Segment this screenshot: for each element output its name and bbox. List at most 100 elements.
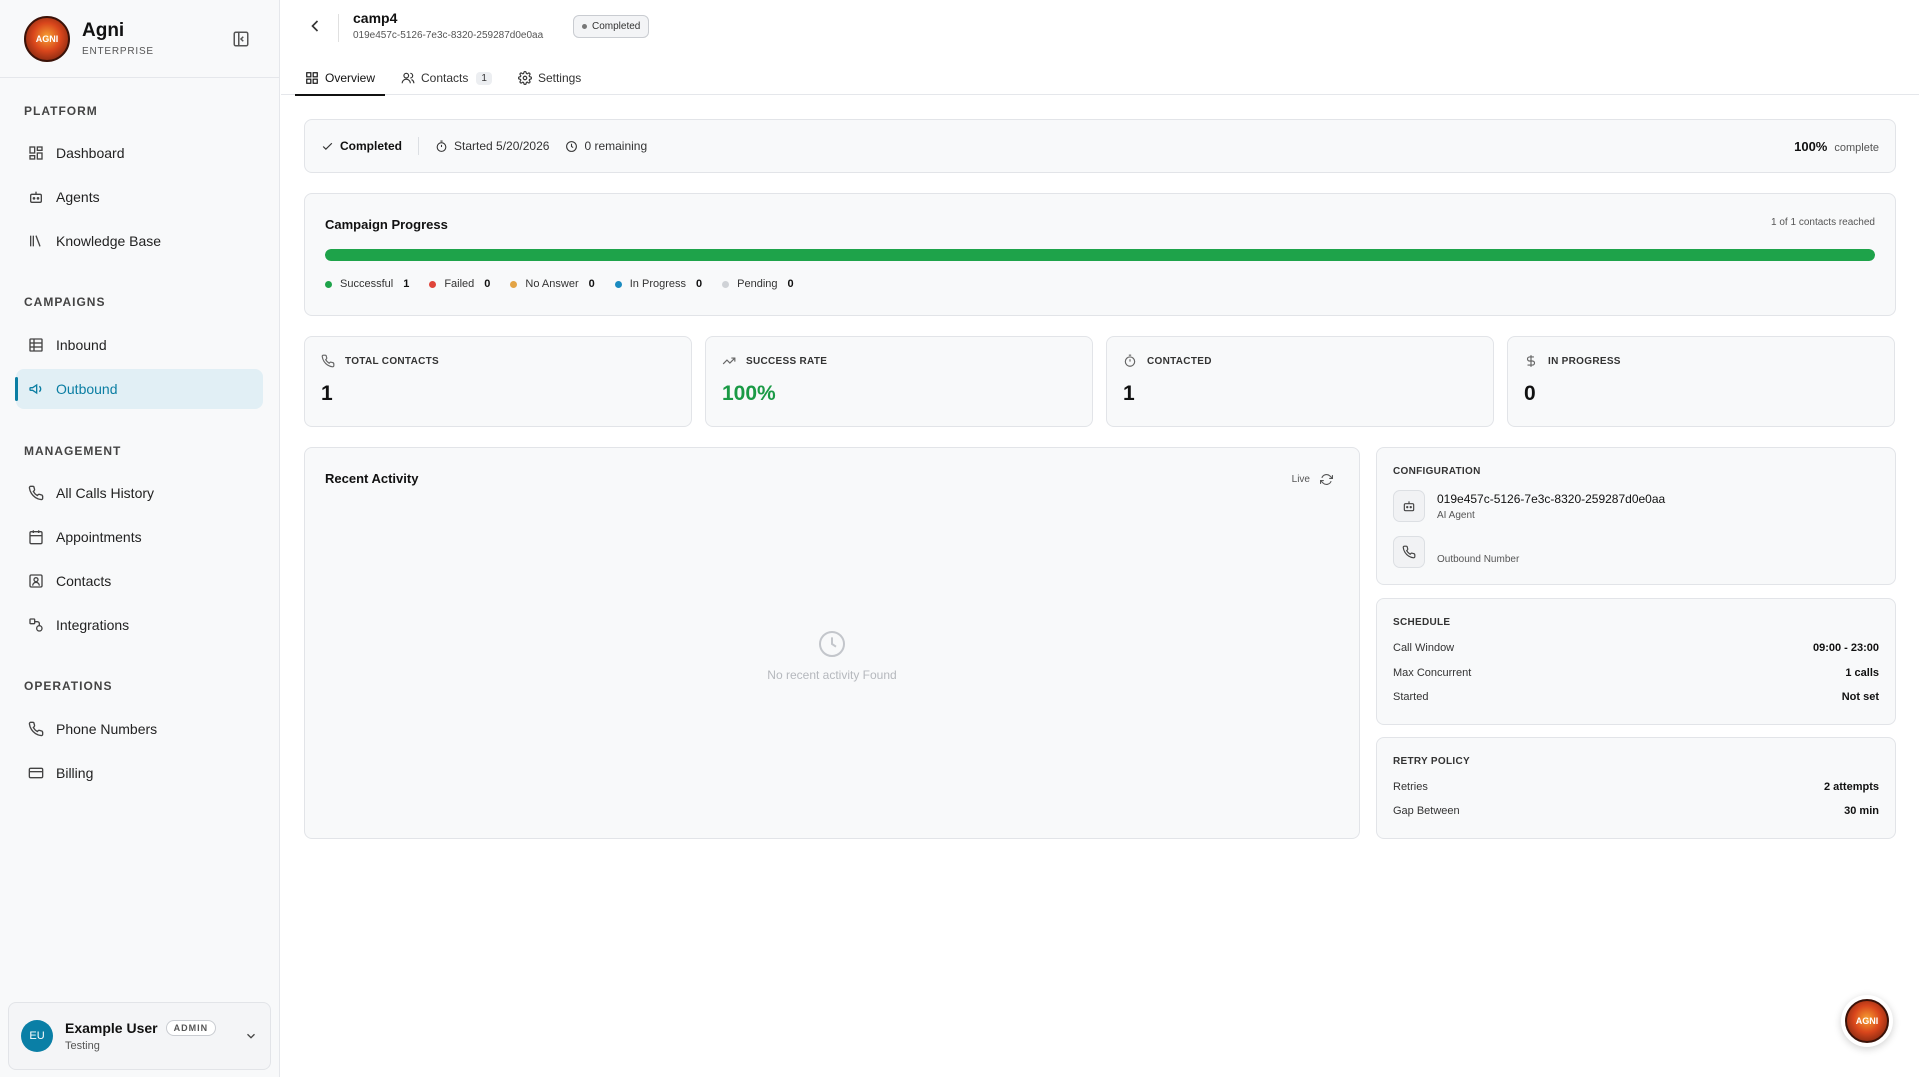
retry-value: 2 attempts xyxy=(1823,781,1879,793)
library-icon xyxy=(30,235,41,247)
sidebar-item-appointments[interactable]: Appointments xyxy=(16,517,263,557)
bot-icon xyxy=(1403,501,1415,512)
sidebar-item-agents[interactable]: Agents xyxy=(16,177,263,217)
campaign-progress-card: Campaign Progress 1 of 1 contacts reache… xyxy=(304,193,1896,316)
sidebar-item-phone-numbers[interactable]: Phone Numbers xyxy=(16,709,263,749)
legend-dot xyxy=(429,280,437,288)
sidebar-item-label: All Calls History xyxy=(56,485,155,501)
sidebar-collapse-button[interactable] xyxy=(227,25,255,53)
stat-total-contacts: TOTAL CONTACTS 1 xyxy=(304,336,692,427)
table-icon xyxy=(29,338,43,352)
retry-row: Retries 2 attempts xyxy=(1393,781,1879,793)
legend-label: No Answer xyxy=(525,278,579,290)
clock-icon xyxy=(819,631,845,657)
sidebar-item-label: Integrations xyxy=(56,617,130,633)
legend-dot xyxy=(722,280,730,288)
logo-text: AGNI xyxy=(1855,1016,1879,1026)
started-text: Started 5/20/2026 xyxy=(454,139,550,153)
clock-icon xyxy=(566,140,578,152)
campaign-id: 019e457c-5126-7e3c-8320-259287d0e0aa xyxy=(353,30,544,41)
refresh-icon[interactable] xyxy=(1320,473,1333,486)
user-org: Testing xyxy=(65,1040,100,1052)
timer-icon xyxy=(1124,354,1136,367)
divider xyxy=(418,137,420,155)
bot-icon xyxy=(30,191,42,203)
user-name: Example User xyxy=(65,1020,158,1036)
trending-up-icon xyxy=(722,357,736,365)
schedule-title: SCHEDULE xyxy=(1393,617,1451,628)
phone-icon xyxy=(28,485,44,501)
schedule-row: Max Concurrent 1 calls xyxy=(1393,667,1879,679)
agni-logo: AGNI xyxy=(1845,999,1889,1043)
back-button[interactable] xyxy=(305,16,325,36)
sidebar-item-label: Contacts xyxy=(56,573,112,589)
stat-label: SUCCESS RATE xyxy=(746,355,828,367)
stat-success-rate: SUCCESS RATE 100% xyxy=(705,336,1093,427)
recent-activity-panel: Recent Activity Live No recent activity … xyxy=(304,447,1360,839)
legend-pending: Pending 0 xyxy=(722,278,794,290)
main-content: camp4 019e457c-5126-7e3c-8320-259287d0e0… xyxy=(281,0,1919,1077)
sidebar-item-inbound[interactable]: Inbound xyxy=(16,325,263,365)
retry-title: RETRY POLICY xyxy=(1393,756,1470,767)
sidebar-item-label: Phone Numbers xyxy=(56,721,158,737)
campaign-status-strip: Completed Started 5/20/2026 0 remaining … xyxy=(304,119,1896,173)
stat-value: 1 xyxy=(321,382,333,405)
sidebar-item-label: Billing xyxy=(56,765,94,781)
legend-dot xyxy=(614,280,622,288)
legend-count: 0 xyxy=(696,278,703,290)
tab-overview[interactable]: Overview xyxy=(295,62,386,96)
progress-bar xyxy=(325,249,1875,261)
contact-icon xyxy=(29,574,43,588)
assistant-launcher-button[interactable]: AGNI xyxy=(1841,995,1893,1047)
schedule-value: 09:00 - 23:00 xyxy=(1812,642,1879,654)
remaining-count: 0 remaining xyxy=(565,139,647,153)
stat-contacted: CONTACTED 1 xyxy=(1106,336,1494,427)
tab-bar: Overview Contacts 1 Settings xyxy=(295,62,597,96)
section-platform: PLATFORM xyxy=(24,104,98,118)
legend-label: Failed xyxy=(444,278,475,290)
legend-dot xyxy=(510,280,518,288)
tab-contacts[interactable]: Contacts 1 xyxy=(391,62,502,94)
sidebar-item-integrations[interactable]: Integrations xyxy=(16,605,263,645)
brand-tier: ENTERPRISE xyxy=(82,46,154,57)
brand-name: Agni xyxy=(82,20,125,41)
plug-icon xyxy=(29,618,43,632)
agent-icon-box xyxy=(1393,490,1425,522)
schedule-row: Started Not set xyxy=(1393,691,1879,703)
legend-dot xyxy=(325,280,332,288)
retry-value: 30 min xyxy=(1844,805,1879,817)
schedule-key: Started xyxy=(1393,691,1429,703)
schedule-row: Call Window 09:00 - 23:00 xyxy=(1393,642,1879,654)
section-operations: OPERATIONS xyxy=(24,679,113,693)
retry-policy-card: RETRY POLICY Retries 2 attempts Gap Betwe… xyxy=(1376,737,1896,839)
timer-icon xyxy=(436,140,447,152)
configuration-title: CONFIGURATION xyxy=(1393,466,1481,477)
dollar-icon xyxy=(1526,355,1536,367)
divider xyxy=(338,14,339,42)
sidebar-item-dashboard[interactable]: Dashboard xyxy=(16,133,263,173)
avatar: EU xyxy=(21,1020,53,1052)
chevron-left-icon xyxy=(311,20,319,32)
schedule-value: 1 calls xyxy=(1845,667,1879,679)
users-icon xyxy=(401,72,415,84)
sidebar-item-contacts[interactable]: Contacts xyxy=(16,561,263,601)
stat-value: 100% xyxy=(722,382,776,405)
sidebar-item-billing[interactable]: Billing xyxy=(16,753,263,793)
progress-title: Campaign Progress xyxy=(325,217,448,232)
phone-icon xyxy=(321,354,335,368)
sidebar-item-label: Agents xyxy=(56,189,100,205)
ai-agent-row: 019e457c-5126-7e3c-8320-259287d0e0aa AI … xyxy=(1393,490,1665,522)
sidebar-item-all-calls-history[interactable]: All Calls History xyxy=(16,473,263,513)
tab-label: Overview xyxy=(325,71,376,85)
sidebar-item-knowledge-base[interactable]: Knowledge Base xyxy=(16,221,263,261)
tab-settings[interactable]: Settings xyxy=(508,62,591,94)
user-menu[interactable]: EU Example User ADMIN Testing xyxy=(8,1002,271,1070)
calendar-icon xyxy=(29,530,43,545)
live-indicator: Live xyxy=(1292,473,1333,486)
card-icon xyxy=(28,767,44,779)
stat-in-progress: IN PROGRESS 0 xyxy=(1507,336,1895,427)
sidebar-item-label: Dashboard xyxy=(56,145,125,161)
legend-label: Pending xyxy=(737,278,778,290)
sidebar-item-outbound[interactable]: Outbound xyxy=(15,369,263,409)
legend-count: 0 xyxy=(787,278,794,290)
